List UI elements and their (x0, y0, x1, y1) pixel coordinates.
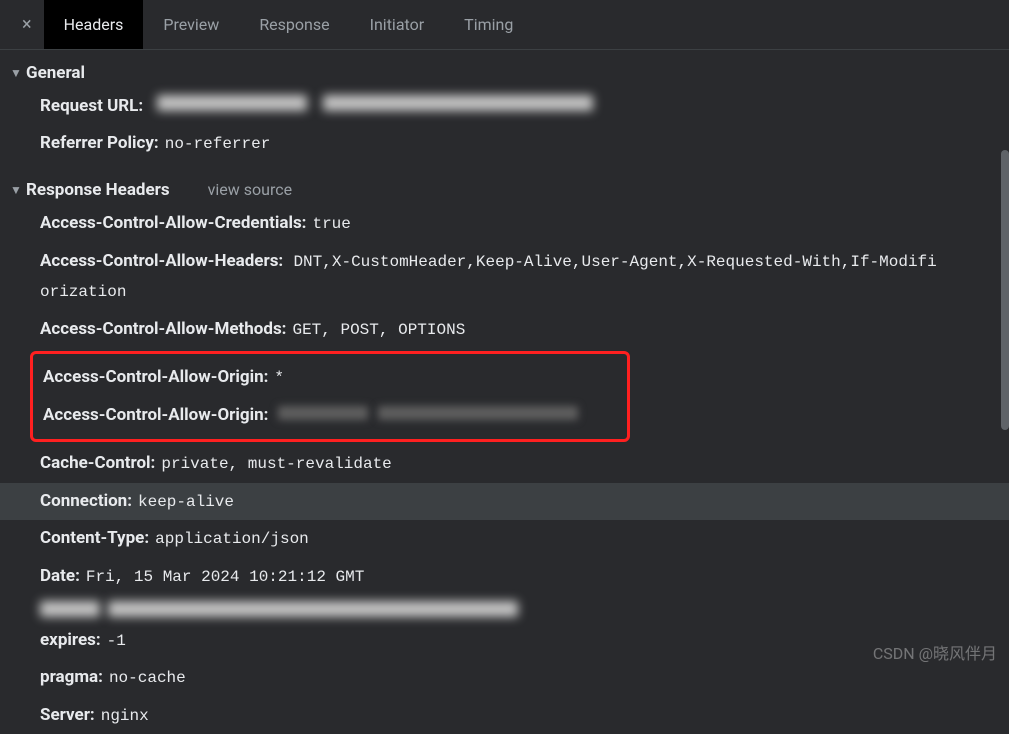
highlighted-annotation-box: Access-Control-Allow-Origin: * Access-Co… (30, 351, 630, 442)
header-label: Content-Type: (40, 525, 149, 552)
ac-allow-headers-row: Access-Control-Allow-Headers: DNT,X-Cust… (0, 242, 1009, 310)
header-value-continued: orization (40, 283, 134, 301)
tab-preview[interactable]: Preview (143, 0, 239, 49)
request-url-label: Request URL: (40, 93, 143, 120)
header-label: Cache-Control: (40, 450, 155, 477)
pragma-row: pragma: no-cache (0, 659, 1009, 697)
redacted-header-row (0, 596, 1009, 622)
header-value: keep-alive (138, 490, 234, 516)
expires-row: expires: -1 (0, 622, 1009, 660)
referrer-policy-label: Referrer Policy: (40, 130, 159, 157)
header-label: Access-Control-Allow-Headers: (40, 251, 283, 271)
ac-allow-credentials-row: Access-Control-Allow-Credentials: true (0, 205, 1009, 243)
headers-panel: ▼ General Request URL: Referrer Policy: … (0, 50, 1009, 734)
header-value: Fri, 15 Mar 2024 10:21:12 GMT (86, 565, 364, 591)
connection-row: Connection: keep-alive (0, 483, 1009, 521)
header-label: Connection: (40, 488, 132, 515)
redacted-value (157, 95, 307, 111)
redacted-value (378, 406, 578, 420)
date-row: Date: Fri, 15 Mar 2024 10:21:12 GMT (0, 558, 1009, 596)
chevron-down-icon: ▼ (10, 66, 20, 80)
header-value: * (274, 366, 284, 392)
header-value: application/json (155, 527, 309, 553)
header-label: Access-Control-Allow-Credentials: (40, 210, 306, 237)
chevron-down-icon: ▼ (10, 183, 20, 197)
header-label: expires: (40, 627, 101, 654)
redacted-value (108, 601, 518, 617)
header-value: DNT,X-CustomHeader,Keep-Alive,User-Agent… (293, 253, 944, 271)
header-label: Access-Control-Allow-Origin: (43, 402, 268, 429)
ac-allow-origin-row-1: Access-Control-Allow-Origin: * (43, 359, 627, 397)
redacted-value (323, 95, 593, 111)
tab-headers[interactable]: Headers (44, 0, 144, 49)
scrollbar-thumb[interactable] (1001, 150, 1009, 430)
section-response-headers-toggle[interactable]: ▼ Response Headers view source (0, 175, 1009, 205)
section-general-toggle[interactable]: ▼ General (0, 58, 1009, 88)
tab-response[interactable]: Response (239, 0, 349, 49)
header-value: true (312, 212, 350, 238)
close-icon[interactable]: × (10, 14, 44, 35)
tab-initiator[interactable]: Initiator (350, 0, 445, 49)
view-source-link[interactable]: view source (208, 180, 292, 199)
ac-allow-origin-row-2: Access-Control-Allow-Origin: (43, 397, 627, 434)
header-label: Access-Control-Allow-Methods: (40, 316, 286, 343)
redacted-value (40, 601, 100, 617)
watermark: CSDN @晓风伴月 (873, 640, 997, 664)
tab-bar: × Headers Preview Response Initiator Tim… (0, 0, 1009, 50)
header-label: pragma: (40, 664, 103, 691)
header-label: Date: (40, 563, 80, 590)
referrer-policy-value: no-referrer (165, 132, 271, 158)
section-general-title: General (26, 63, 85, 83)
request-url-row: Request URL: (0, 88, 1009, 125)
content-type-row: Content-Type: application/json (0, 520, 1009, 558)
server-row: Server: nginx (0, 697, 1009, 734)
header-label: Server: (40, 702, 95, 729)
header-value: nginx (101, 704, 149, 730)
section-response-headers-title: Response Headers (26, 180, 170, 200)
header-label: Access-Control-Allow-Origin: (43, 364, 268, 391)
tab-timing[interactable]: Timing (444, 0, 533, 49)
referrer-policy-row: Referrer Policy: no-referrer (0, 125, 1009, 163)
redacted-value (278, 406, 368, 420)
header-value: -1 (107, 629, 126, 655)
ac-allow-methods-row: Access-Control-Allow-Methods: GET, POST,… (0, 311, 1009, 349)
cache-control-row: Cache-Control: private, must-revalidate (0, 445, 1009, 483)
header-value: GET, POST, OPTIONS (292, 318, 465, 344)
header-value: private, must-revalidate (161, 452, 391, 478)
header-value: no-cache (109, 666, 186, 692)
